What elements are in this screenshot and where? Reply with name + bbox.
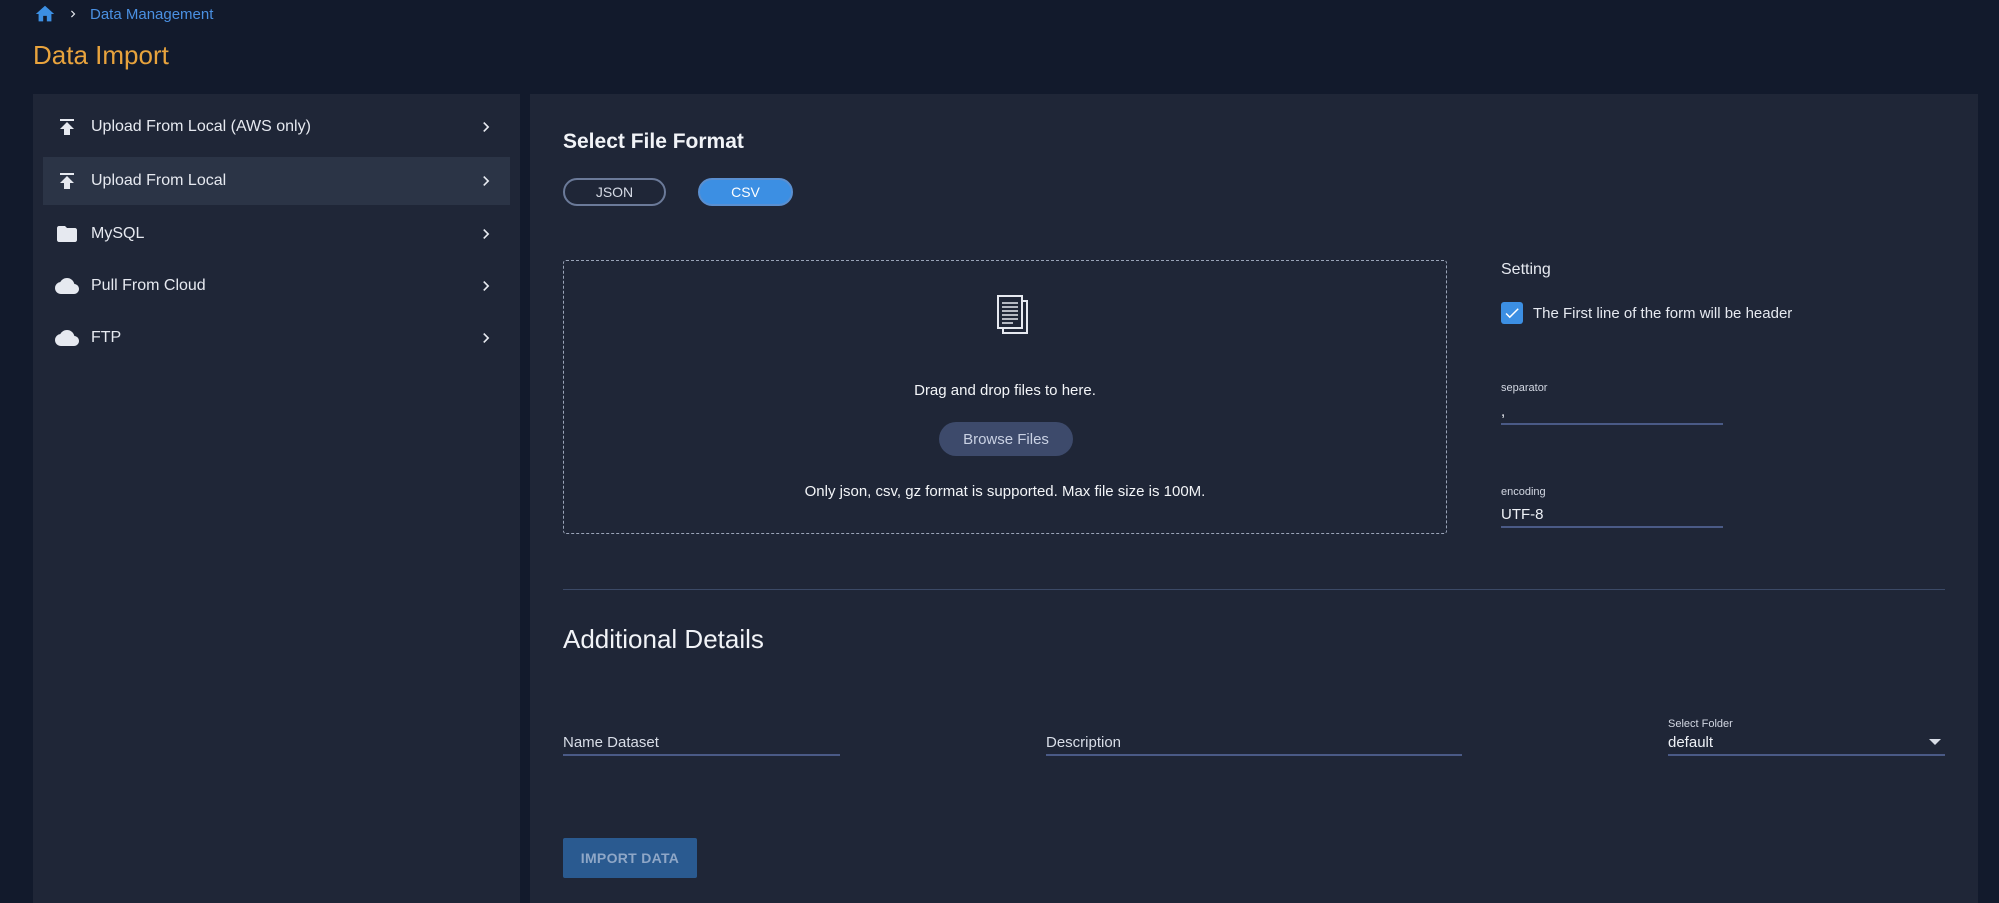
sidebar-item-label: Upload From Local (AWS only): [91, 118, 311, 135]
select-file-format-title: Select File Format: [563, 130, 744, 153]
breadcrumb: Data Management: [34, 3, 213, 25]
dropdown-arrow-icon: [1929, 739, 1941, 745]
section-divider: [563, 589, 1945, 590]
sidebar-item-ftp[interactable]: FTP: [43, 314, 510, 362]
dropzone-format-note: Only json, csv, gz format is supported. …: [804, 483, 1206, 500]
main-panel: Select File Format JSON CSV Drag and dro…: [530, 94, 1978, 903]
chevron-right-icon: [476, 276, 496, 296]
additional-details-title: Additional Details: [563, 624, 764, 654]
select-folder-dropdown[interactable]: default: [1668, 730, 1945, 756]
encoding-label: encoding: [1501, 486, 1546, 498]
description-input[interactable]: Description: [1046, 730, 1462, 756]
checkmark-icon: [1505, 308, 1519, 319]
import-data-button[interactable]: IMPORT DATA: [563, 838, 697, 878]
sidebar: Upload From Local (AWS only) Upload From…: [33, 94, 520, 903]
cloud-icon: [55, 326, 79, 350]
separator-field[interactable]: ,: [1501, 399, 1723, 425]
chevron-right-icon: [66, 7, 80, 21]
sidebar-item-label: MySQL: [91, 225, 145, 242]
chevron-right-icon: [476, 171, 496, 191]
upload-icon: [55, 169, 79, 193]
chevron-right-icon: [476, 328, 496, 348]
chevron-right-icon: [476, 224, 496, 244]
sidebar-item-upload-local[interactable]: Upload From Local: [43, 157, 510, 205]
sidebar-item-pull-from-cloud[interactable]: Pull From Cloud: [43, 262, 510, 310]
cloud-icon: [55, 274, 79, 298]
separator-value: ,: [1501, 403, 1506, 420]
sidebar-item-label: Upload From Local: [91, 172, 227, 189]
file-dropzone[interactable]: Drag and drop files to here. Browse File…: [563, 260, 1447, 534]
header-checkbox[interactable]: [1501, 302, 1523, 324]
sidebar-item-mysql[interactable]: MySQL: [43, 210, 510, 258]
browse-files-button[interactable]: Browse Files: [939, 422, 1073, 456]
home-icon[interactable]: [34, 3, 56, 25]
breadcrumb-data-management[interactable]: Data Management: [90, 6, 213, 23]
name-dataset-input[interactable]: Name Dataset: [563, 730, 840, 756]
select-folder-value: default: [1668, 734, 1714, 751]
upload-icon: [55, 115, 79, 139]
setting-title: Setting: [1501, 261, 1551, 278]
separator-label: separator: [1501, 382, 1548, 394]
header-checkbox-label: The First line of the form will be heade…: [1533, 304, 1793, 322]
description-placeholder: Description: [1046, 734, 1122, 751]
name-dataset-placeholder: Name Dataset: [563, 734, 659, 751]
select-folder-label: Select Folder: [1668, 718, 1733, 730]
sidebar-item-upload-aws[interactable]: Upload From Local (AWS only): [43, 103, 510, 151]
dropzone-instructions: Drag and drop files to here.: [914, 382, 1096, 399]
format-csv-button[interactable]: CSV: [698, 178, 793, 206]
sidebar-item-label: Pull From Cloud: [91, 277, 206, 294]
header-checkbox-row[interactable]: The First line of the form will be heade…: [1501, 302, 1792, 324]
page-title: Data Import: [33, 40, 169, 70]
encoding-field[interactable]: UTF-8: [1501, 502, 1723, 528]
encoding-value: UTF-8: [1501, 506, 1544, 523]
sidebar-item-label: FTP: [91, 329, 122, 346]
document-stack-icon: [991, 291, 1033, 339]
folder-icon: [55, 222, 79, 246]
chevron-right-icon: [476, 117, 496, 137]
format-json-button[interactable]: JSON: [563, 178, 666, 206]
